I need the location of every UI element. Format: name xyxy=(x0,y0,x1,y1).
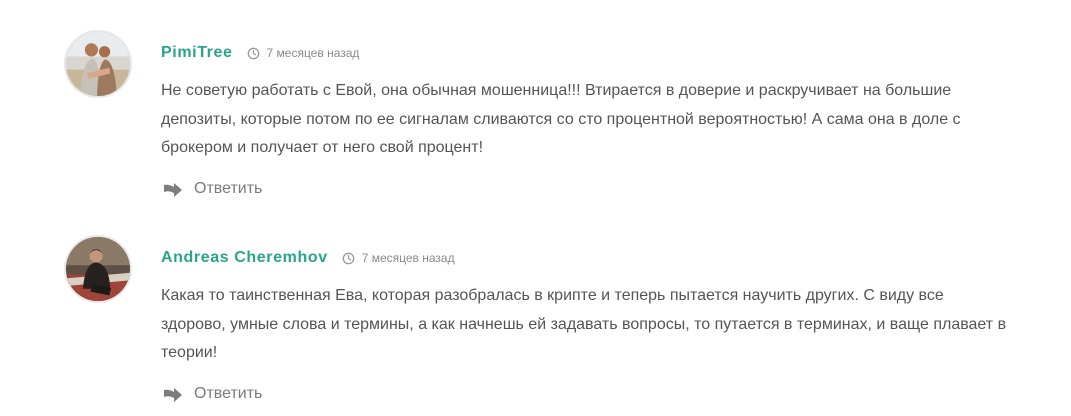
comment-item: Andreas Cheremhov 7 месяцев назад Какая … xyxy=(64,235,1024,416)
comment-time-label: 7 месяцев назад xyxy=(361,251,455,265)
avatar-photo xyxy=(66,237,130,301)
comment-text: Не советую работать с Евой, она обычная … xyxy=(161,82,961,156)
avatar[interactable] xyxy=(64,30,132,98)
reply-label: Ответить xyxy=(194,180,263,197)
reply-label: Ответить xyxy=(194,385,263,402)
comment-item: PimiTree 7 месяцев назад Не советую рабо… xyxy=(64,30,1024,210)
comment-time[interactable]: 7 месяцев назад xyxy=(247,46,360,60)
reply-arrow-icon xyxy=(164,387,182,402)
comment-time[interactable]: 7 месяцев назад xyxy=(342,251,455,265)
avatar-photo xyxy=(66,32,130,96)
comment-text: Какая то таинственная Ева, которая разоб… xyxy=(161,287,1007,361)
comment-meta: Andreas Cheremhov 7 месяцев назад xyxy=(161,249,455,267)
comment-time-label: 7 месяцев назад xyxy=(266,46,360,60)
reply-button[interactable]: Ответить xyxy=(163,385,262,403)
author-name[interactable]: PimiTree xyxy=(161,44,233,62)
reply-arrow-icon xyxy=(164,182,182,197)
clock-icon xyxy=(247,47,259,59)
reply-button[interactable]: Ответить xyxy=(163,180,262,198)
author-name[interactable]: Andreas Cheremhov xyxy=(161,249,328,267)
comment-meta: PimiTree 7 месяцев назад xyxy=(161,44,359,62)
avatar[interactable] xyxy=(64,235,132,303)
clock-icon xyxy=(342,252,355,264)
